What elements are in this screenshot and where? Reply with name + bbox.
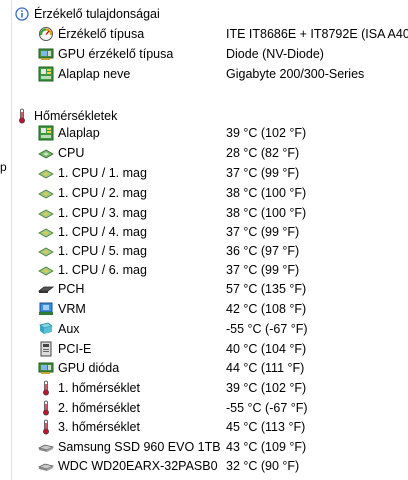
tree-row[interactable]: CPU 28 °C (82 °F) bbox=[14, 143, 408, 163]
row-label: 1. CPU / 3. mag bbox=[58, 205, 147, 220]
row-label: GPU dióda bbox=[58, 360, 120, 375]
gauge-icon bbox=[38, 26, 54, 42]
section-header-sensor-properties[interactable]: Érzékelő tulajdonságai bbox=[14, 4, 408, 24]
row-label: Alaplap neve bbox=[58, 66, 131, 81]
disk-icon bbox=[38, 439, 54, 455]
row-label: 2. hőmérséklet bbox=[58, 400, 140, 415]
tree-row[interactable]: 2. hőmérséklet -55 °C (-67 °F) bbox=[14, 398, 408, 418]
row-value: Gigabyte 200/300-Series bbox=[226, 66, 365, 81]
cpu-core-icon bbox=[38, 224, 54, 240]
row-label: CPU bbox=[58, 145, 85, 160]
row-value: 37 °C (99 °F) bbox=[226, 165, 300, 180]
tree-row[interactable]: Érzékelő típusa ITE IT8686E + IT8792E (I… bbox=[14, 24, 408, 44]
tree-row[interactable]: Samsung SSD 960 EVO 1TB 43 °C (109 °F) bbox=[14, 437, 408, 457]
row-value: 42 °C (108 °F) bbox=[226, 301, 307, 316]
gpu-icon bbox=[38, 46, 54, 62]
row-value: 37 °C (99 °F) bbox=[226, 262, 300, 277]
tree-row[interactable]: 1. CPU / 5. mag 36 °C (97 °F) bbox=[14, 241, 408, 261]
row-value: 32 °C (90 °F) bbox=[226, 458, 300, 473]
row-label: VRM bbox=[58, 301, 86, 316]
motherboard-icon bbox=[38, 125, 54, 141]
left-pane-edge: p bbox=[0, 0, 12, 480]
tree-row[interactable]: Aux -55 °C (-67 °F) bbox=[14, 319, 408, 339]
row-value: ITE IT8686E + IT8792E (ISA A40h, bbox=[226, 26, 408, 41]
tree-row[interactable]: Alaplap 39 °C (102 °F) bbox=[14, 123, 408, 143]
section-title: Érzékelő tulajdonságai bbox=[34, 6, 160, 21]
cpu-core-icon bbox=[38, 185, 54, 201]
section-title: Hőmérsékletek bbox=[34, 108, 118, 123]
row-label: WDC WD20EARX-32PASB0 bbox=[58, 458, 218, 473]
thermometer-icon bbox=[38, 419, 54, 435]
row-value: 38 °C (100 °F) bbox=[226, 205, 307, 220]
cpu-core-icon bbox=[38, 205, 54, 221]
row-label: 1. hőmérséklet bbox=[58, 380, 140, 395]
row-value: 45 °C (113 °F) bbox=[226, 419, 306, 434]
row-value: 43 °C (109 °F) bbox=[226, 439, 307, 454]
left-pane-text-fragment: p bbox=[0, 160, 7, 174]
tree-row[interactable]: 1. hőmérséklet 39 °C (102 °F) bbox=[14, 378, 408, 398]
row-value: 44 °C (111 °F) bbox=[226, 360, 305, 375]
tree-row[interactable]: GPU érzékelő típusa Diode (NV-Diode) bbox=[14, 44, 408, 64]
tree-row[interactable]: 3. hőmérséklet 45 °C (113 °F) bbox=[14, 417, 408, 437]
tree-row[interactable]: 1. CPU / 4. mag 37 °C (99 °F) bbox=[14, 222, 408, 242]
row-value: Diode (NV-Diode) bbox=[226, 46, 324, 61]
tree-row[interactable]: GPU dióda 44 °C (111 °F) bbox=[14, 358, 408, 378]
cpu-core-icon bbox=[38, 165, 54, 181]
row-label: Alaplap bbox=[58, 125, 100, 140]
row-value: -55 °C (-67 °F) bbox=[226, 400, 308, 415]
row-label: 1. CPU / 6. mag bbox=[58, 262, 147, 277]
thermometer-icon bbox=[14, 108, 30, 124]
chip-icon bbox=[38, 281, 54, 297]
row-value: 39 °C (102 °F) bbox=[226, 380, 307, 395]
row-value: 38 °C (100 °F) bbox=[226, 185, 307, 200]
tree-row[interactable]: 1. CPU / 6. mag 37 °C (99 °F) bbox=[14, 260, 408, 280]
gpu-icon bbox=[38, 360, 54, 376]
vrm-icon bbox=[38, 301, 54, 317]
row-label: Samsung SSD 960 EVO 1TB bbox=[58, 439, 221, 454]
row-value: 39 °C (102 °F) bbox=[226, 125, 307, 140]
row-label: 1. CPU / 4. mag bbox=[58, 224, 147, 239]
tree-row[interactable]: WDC WD20EARX-32PASB0 32 °C (90 °F) bbox=[14, 456, 408, 476]
row-label: 1. CPU / 2. mag bbox=[58, 185, 147, 200]
tree-row[interactable]: 1. CPU / 3. mag 38 °C (100 °F) bbox=[14, 203, 408, 223]
row-label: Érzékelő típusa bbox=[58, 26, 145, 41]
aux-icon bbox=[38, 321, 54, 337]
pcie-icon bbox=[38, 341, 54, 357]
row-label: PCH bbox=[58, 281, 85, 296]
row-label: GPU érzékelő típusa bbox=[58, 46, 174, 61]
row-value: 57 °C (135 °F) bbox=[226, 281, 307, 296]
tree-row[interactable]: PCH 57 °C (135 °F) bbox=[14, 279, 408, 299]
row-label: Aux bbox=[58, 321, 80, 336]
thermometer-icon bbox=[38, 380, 54, 396]
info-icon bbox=[14, 6, 30, 22]
cpu-core-icon bbox=[38, 262, 54, 278]
row-label: 1. CPU / 1. mag bbox=[58, 165, 147, 180]
row-label: 3. hőmérséklet bbox=[58, 419, 140, 434]
row-value: 28 °C (82 °F) bbox=[226, 145, 300, 160]
thermometer-icon bbox=[38, 400, 54, 416]
disk-icon bbox=[38, 458, 54, 474]
row-value: 40 °C (104 °F) bbox=[226, 341, 307, 356]
row-label: PCI-E bbox=[58, 341, 92, 356]
cpu-core-icon bbox=[38, 243, 54, 259]
tree-row[interactable]: Alaplap neve Gigabyte 200/300-Series bbox=[14, 64, 408, 84]
tree-row[interactable]: 1. CPU / 2. mag 38 °C (100 °F) bbox=[14, 183, 408, 203]
tree-row[interactable]: PCI-E 40 °C (104 °F) bbox=[14, 339, 408, 359]
tree-row[interactable]: VRM 42 °C (108 °F) bbox=[14, 299, 408, 319]
row-label: 1. CPU / 5. mag bbox=[58, 243, 147, 258]
row-value: 37 °C (99 °F) bbox=[226, 224, 300, 239]
tree-row[interactable]: 1. CPU / 1. mag 37 °C (99 °F) bbox=[14, 163, 408, 183]
cpu-icon bbox=[38, 145, 54, 161]
row-value: 36 °C (97 °F) bbox=[226, 243, 300, 258]
motherboard-icon bbox=[38, 66, 54, 82]
row-value: -55 °C (-67 °F) bbox=[226, 321, 308, 336]
